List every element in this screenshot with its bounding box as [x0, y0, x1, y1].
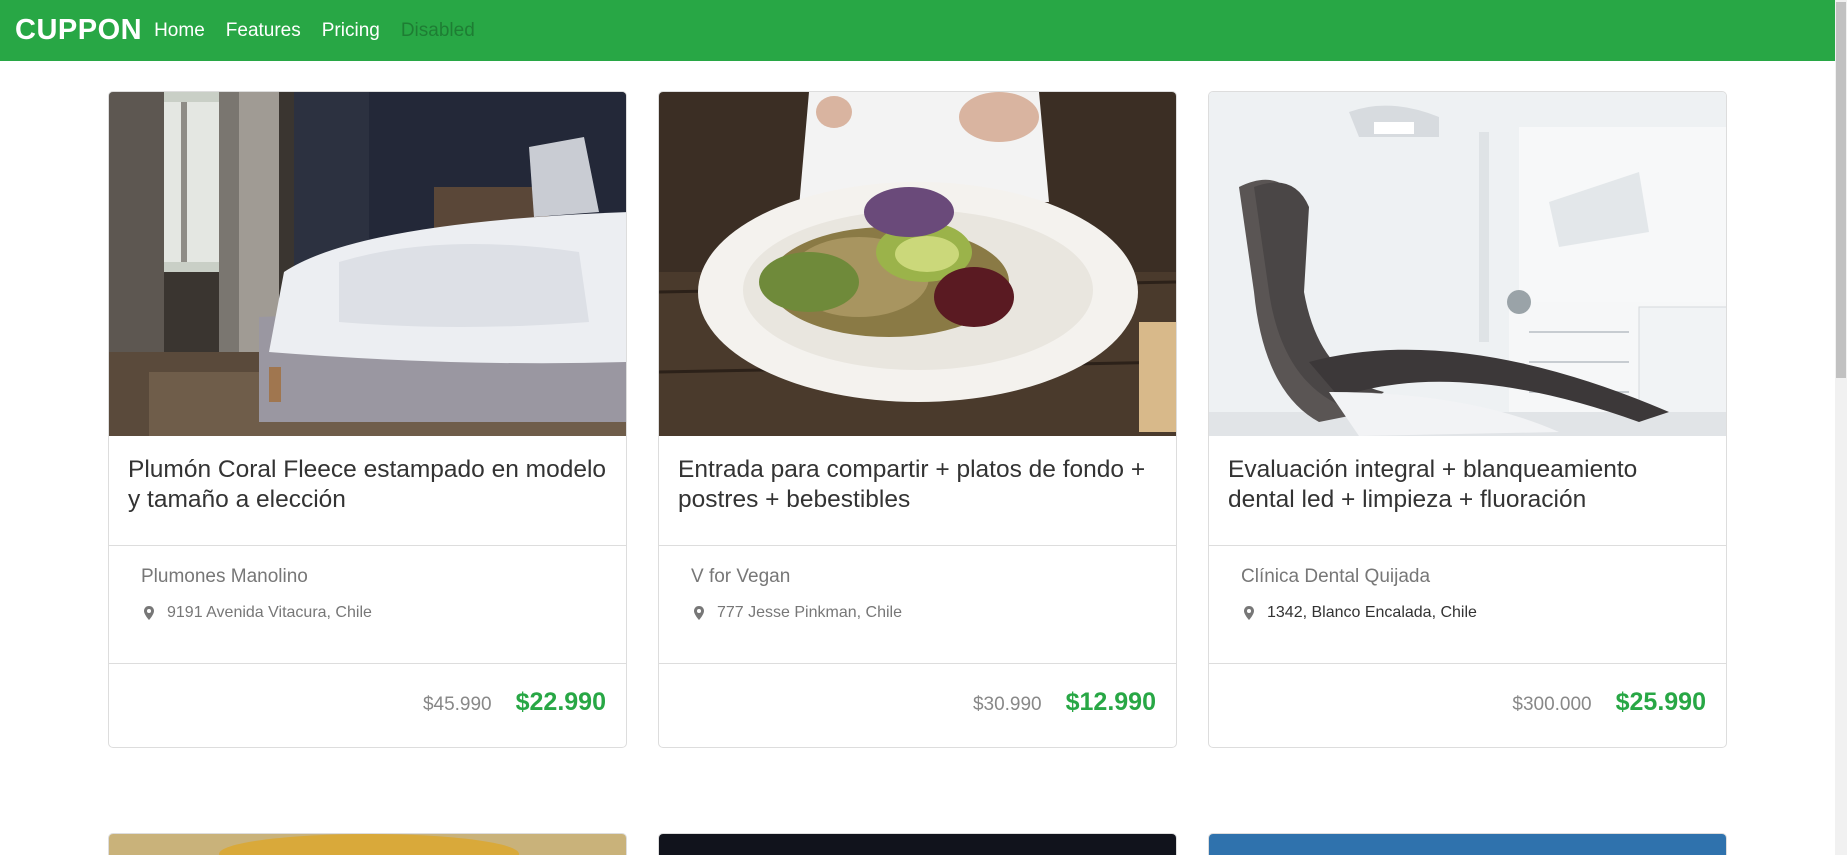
card-body: V for Vegan 777 Jesse Pinkman, Chile [659, 546, 1176, 664]
map-pin-icon [694, 606, 704, 620]
merchant-name: Plumones Manolino [141, 566, 308, 587]
nav-link-features[interactable]: Features [226, 20, 301, 42]
merchant-name: Clínica Dental Quijada [1241, 566, 1431, 587]
vegan-dish-photo [659, 92, 1176, 436]
map-pin-icon [144, 606, 154, 620]
deal-card[interactable]: Plumón Coral Fleece estampado en modelo … [108, 91, 627, 748]
map-pin-icon [1244, 606, 1254, 620]
old-price: $300.000 [1512, 693, 1592, 715]
location: 777 Jesse Pinkman, Chile [691, 604, 1144, 622]
scrollbar[interactable] [1835, 0, 1847, 855]
card-footer: $300.000 $25.990 [1209, 664, 1726, 747]
card-image-bedroom[interactable] [109, 92, 626, 436]
deal-card[interactable]: Entrada para compartir + platos de fondo… [658, 91, 1177, 748]
navbar: CUPPON Home Features Pricing Disabled [0, 0, 1835, 61]
card-body: Clínica Dental Quijada 1342, Blanco Enca… [1209, 546, 1726, 664]
deal-title[interactable]: Entrada para compartir + platos de fondo… [659, 436, 1176, 546]
location: 9191 Avenida Vitacura, Chile [141, 604, 594, 622]
page: CUPPON Home Features Pricing Disabled Pl… [0, 0, 1847, 855]
card-footer: $30.990 $12.990 [659, 664, 1176, 747]
bedroom-photo [109, 92, 626, 436]
card-body: Plumones Manolino 9191 Avenida Vitacura,… [109, 546, 626, 664]
merchant-name: V for Vegan [691, 566, 791, 587]
card-image-partial [659, 834, 1176, 855]
nav-link-pricing[interactable]: Pricing [322, 20, 380, 42]
new-price: $12.990 [1065, 688, 1156, 716]
dental-chair-photo [1209, 92, 1726, 436]
card-image-partial [1209, 834, 1726, 855]
scrollbar-thumb[interactable] [1836, 2, 1846, 378]
address: 777 Jesse Pinkman, Chile [717, 604, 902, 621]
deal-card-partial[interactable] [1208, 833, 1727, 855]
card-footer: $45.990 $22.990 [109, 664, 626, 747]
old-price: $30.990 [972, 693, 1042, 715]
location: 1342, Blanco Encalada, Chile [1241, 604, 1694, 622]
deal-card-partial[interactable] [108, 833, 627, 855]
card-image-vegan[interactable] [659, 92, 1176, 436]
address: 9191 Avenida Vitacura, Chile [167, 604, 372, 621]
deal-title[interactable]: Evaluación integral + blanqueamiento den… [1209, 436, 1726, 546]
deal-card[interactable]: Evaluación integral + blanqueamiento den… [1208, 91, 1727, 748]
brand-logo[interactable]: CUPPON [15, 14, 142, 47]
nav-link-home[interactable]: Home [154, 20, 205, 42]
card-image-partial [109, 834, 626, 855]
new-price: $25.990 [1615, 688, 1706, 716]
deal-card-partial[interactable] [658, 833, 1177, 855]
old-price: $45.990 [422, 693, 492, 715]
nav-link-disabled: Disabled [400, 19, 475, 41]
card-image-dental[interactable] [1209, 92, 1726, 436]
new-price: $22.990 [515, 688, 606, 716]
deal-title[interactable]: Plumón Coral Fleece estampado en modelo … [109, 436, 626, 546]
address: 1342, Blanco Encalada, Chile [1267, 604, 1477, 621]
